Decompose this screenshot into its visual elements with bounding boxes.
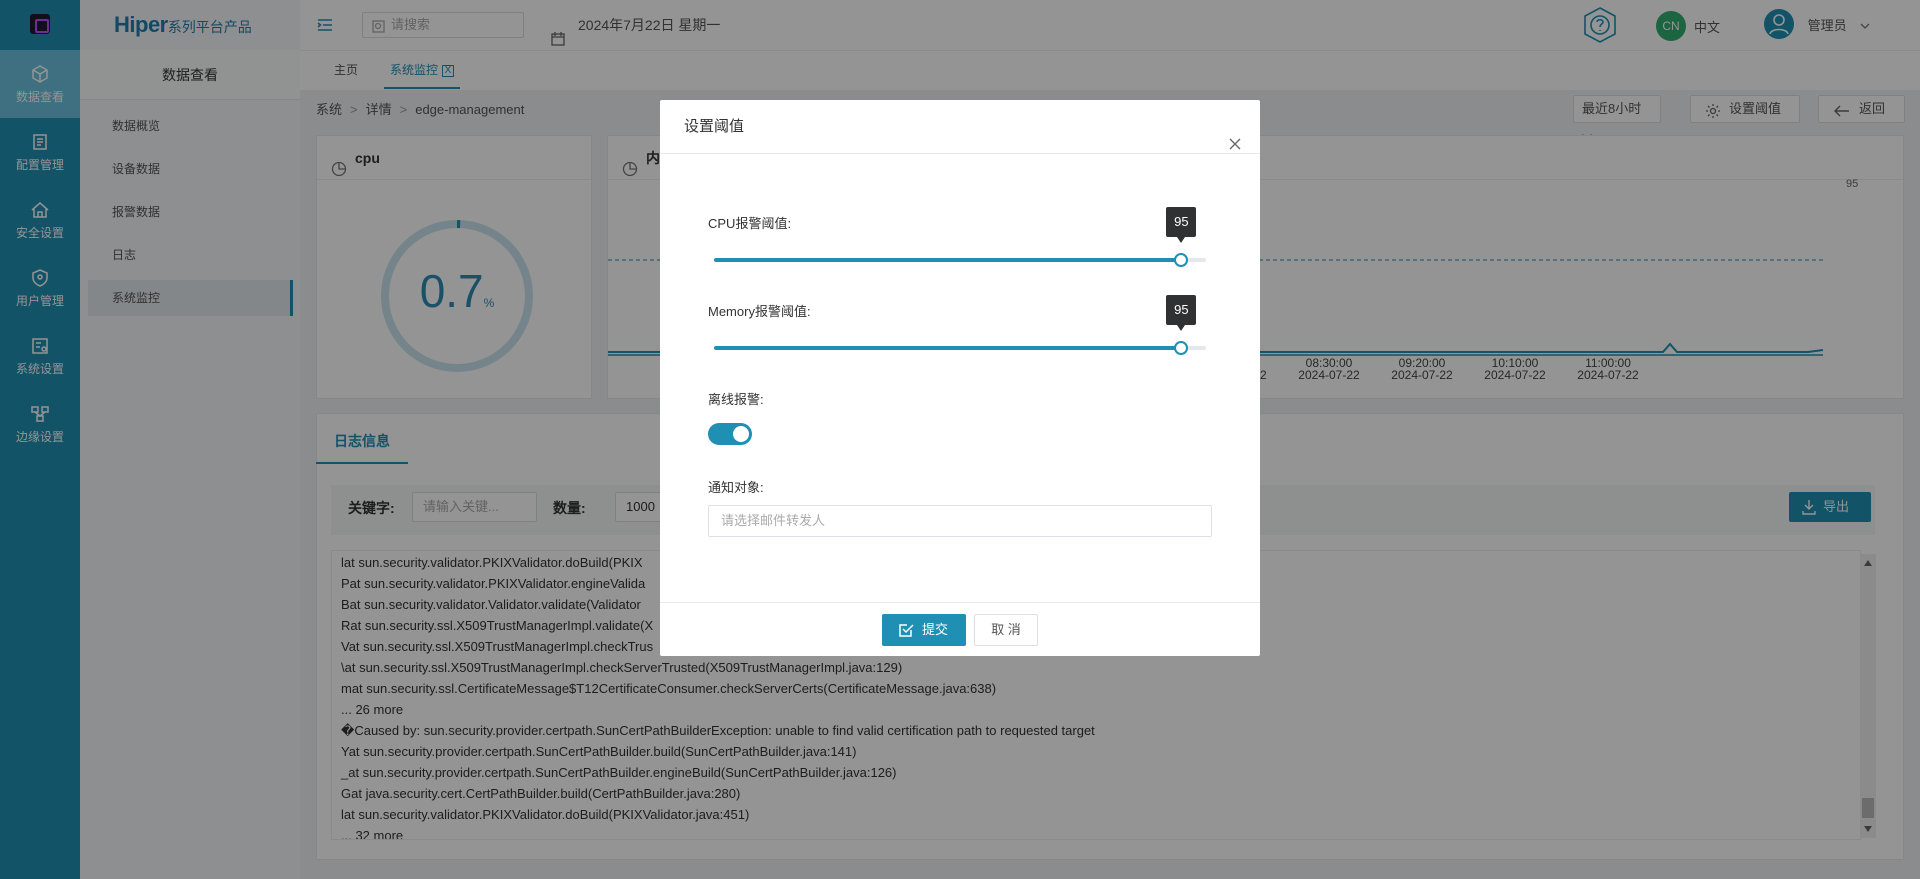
threshold-dialog: 设置阈值 CPU报警阈值: 95 Memory报警阈值: 95 离线报警: 通知… bbox=[660, 100, 1260, 656]
offline-alarm-label: 离线报警: bbox=[708, 392, 764, 407]
dialog-footer: 提交 取 消 bbox=[660, 602, 1260, 656]
cpu-slider-tooltip: 95 bbox=[1166, 207, 1197, 243]
close-icon[interactable] bbox=[1228, 120, 1242, 150]
toggle-knob bbox=[733, 426, 749, 442]
offline-alarm-toggle[interactable] bbox=[708, 423, 752, 445]
notify-target-label: 通知对象: bbox=[708, 480, 764, 495]
memory-slider-thumb[interactable] bbox=[1174, 341, 1189, 355]
submit-button[interactable]: 提交 bbox=[882, 614, 966, 646]
submit-label: 提交 bbox=[922, 622, 949, 637]
memory-threshold-slider[interactable]: 95 bbox=[714, 295, 1206, 355]
cpu-slider-thumb[interactable] bbox=[1174, 253, 1189, 267]
app-root: 数据查看 配置管理 安全设置 用户管理 系统设置 边缘设置 Hiper系列平台产… bbox=[0, 0, 1920, 879]
check-square-icon bbox=[899, 624, 914, 637]
memory-slider-tooltip: 95 bbox=[1166, 295, 1197, 331]
notify-target-select[interactable]: 请选择邮件转发人 bbox=[708, 505, 1212, 537]
memory-slider-fill bbox=[714, 346, 1182, 350]
cpu-threshold-slider[interactable]: 95 bbox=[714, 207, 1206, 267]
dialog-header: 设置阈值 bbox=[660, 100, 1260, 154]
notify-target-placeholder: 请选择邮件转发人 bbox=[721, 513, 826, 528]
cpu-threshold-label: CPU报警阈值: bbox=[708, 216, 792, 231]
cpu-slider-fill bbox=[714, 258, 1182, 262]
memory-threshold-label: Memory报警阈值: bbox=[708, 304, 811, 319]
dialog-title: 设置阈值 bbox=[684, 118, 745, 135]
cancel-button[interactable]: 取 消 bbox=[974, 614, 1038, 646]
